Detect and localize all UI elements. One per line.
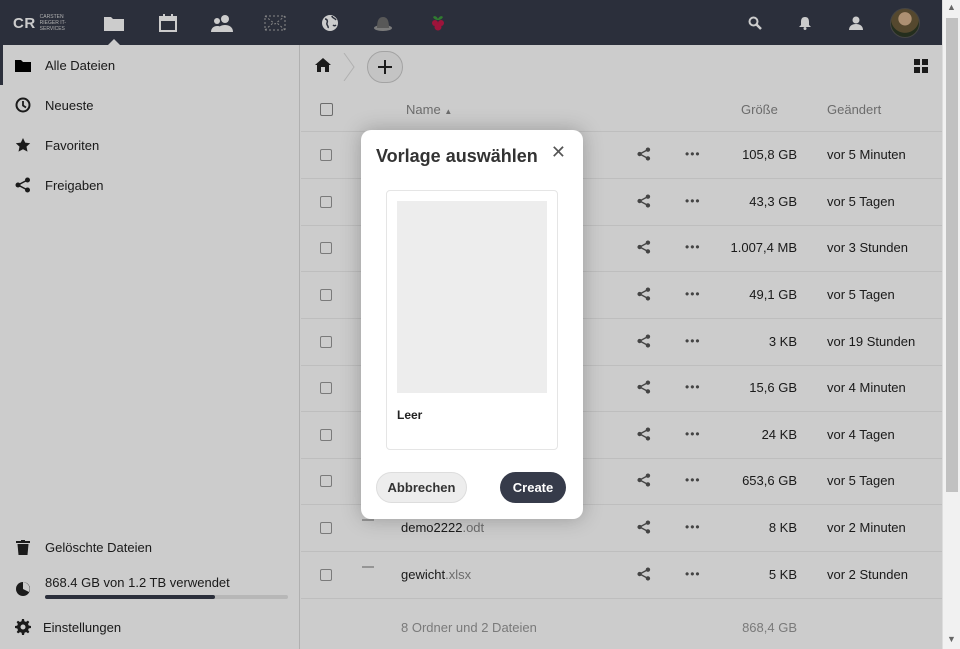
close-icon[interactable]: ✕ — [551, 142, 566, 163]
template-option-empty[interactable]: Leer — [386, 190, 558, 450]
page-scrollbar[interactable]: ▲ ▼ — [942, 0, 960, 649]
scroll-up-arrow-icon[interactable]: ▲ — [947, 2, 956, 12]
create-button[interactable]: Create — [500, 472, 566, 503]
cancel-button[interactable]: Abbrechen — [376, 472, 467, 503]
dialog-title: Vorlage auswählen — [376, 146, 538, 166]
scroll-thumb[interactable] — [946, 18, 958, 492]
template-preview — [397, 201, 547, 393]
template-picker-dialog: Vorlage auswählen ✕ Leer Abbrechen Creat… — [361, 130, 583, 519]
template-label: Leer — [397, 408, 423, 422]
scroll-down-arrow-icon[interactable]: ▼ — [947, 634, 956, 644]
